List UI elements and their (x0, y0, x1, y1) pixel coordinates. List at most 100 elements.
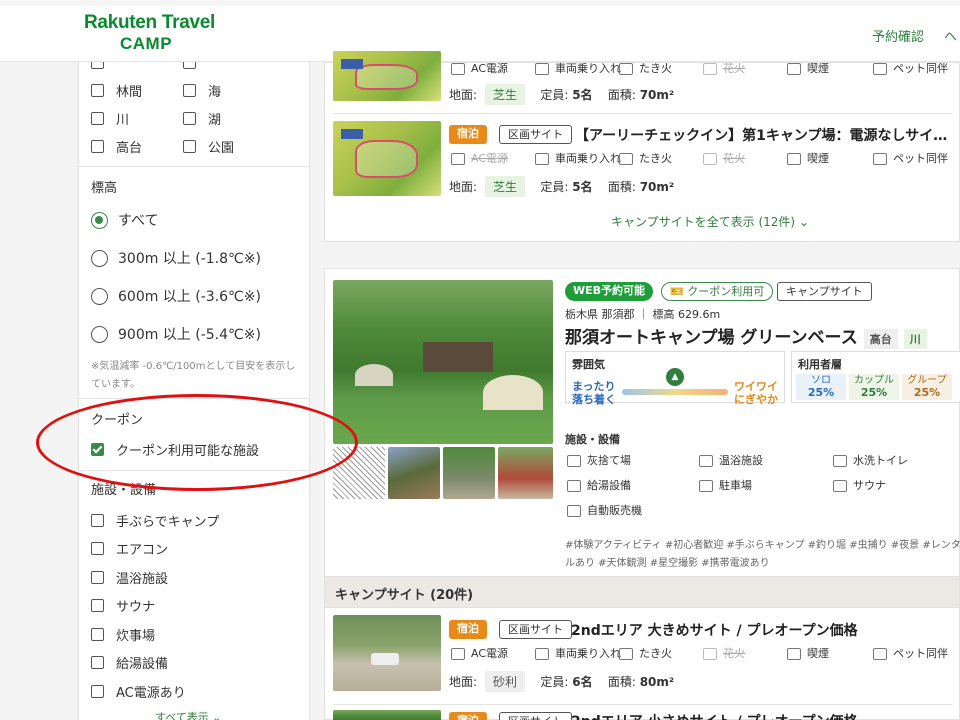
site-title-link[interactable]: 【アーリーチェックイン】第1キャンプ場：電源なしサイ… (575, 125, 947, 145)
checkbox[interactable] (91, 140, 104, 153)
checkbox[interactable] (91, 112, 104, 125)
checkbox[interactable] (91, 628, 104, 641)
checkbox[interactable] (183, 84, 196, 97)
checkbox[interactable] (91, 599, 104, 612)
checkbox-coupon-available[interactable]: クーポン利用可能な施設 (91, 440, 259, 459)
site-specs: 地面: 芝生 定員: 5名 面積: 70m² (449, 84, 674, 105)
campground-main-photo[interactable] (333, 280, 553, 444)
amenity-fireworks: 花火 (703, 648, 745, 660)
amenity-smoking: 喫煙 (787, 63, 829, 75)
checkbox-facility[interactable]: 給湯設備 (91, 653, 168, 672)
radio-elevation-900[interactable]: 900m 以上 (-5.4℃※) (91, 324, 261, 344)
site-specs: 地面: 砂利 定員: 6名 面積: 80m² (449, 671, 674, 692)
radio-button[interactable] (91, 249, 108, 267)
checkbox[interactable] (183, 140, 196, 153)
divider (79, 166, 309, 167)
checkbox[interactable] (91, 685, 104, 698)
amenity-vehicle: 車両乗り入れ (535, 648, 621, 660)
radio-elevation-600[interactable]: 600m 以上 (-3.6℃※) (91, 286, 261, 306)
amenity-campfire: たき火 (619, 63, 672, 75)
facilities-heading: 施設・設備 (565, 433, 620, 446)
checkbox-park[interactable]: 公園 (183, 137, 234, 156)
facility-ash-disposal: 灰捨て場 (567, 455, 631, 467)
amenity-vehicle: 車両乗り入れ (535, 153, 621, 165)
checkbox-lake[interactable]: 湖 (183, 109, 221, 128)
facility-vending-machine: 自動販売機 (567, 505, 642, 517)
zone-tag: 区画サイト (499, 125, 572, 144)
plug-icon (451, 153, 465, 165)
checkbox-forest[interactable]: 林間 (91, 81, 142, 100)
checkbox-checked[interactable] (91, 443, 104, 456)
checkbox-facility[interactable]: エアコン (91, 539, 168, 558)
facility-flush-toilet: 水洗トイレ (833, 455, 908, 467)
logo-line1: Rakuten Travel (84, 12, 215, 33)
location-line: 栃木県 那須郡 ｜ 標高 629.6m (565, 308, 721, 321)
faucet-icon (567, 480, 581, 492)
user-group-solo: ソロ 25% (796, 374, 846, 400)
hashtag-list[interactable]: #体験アクティビティ #初心者歓迎 #手ぶらキャンプ #釣り堀 #虫捕り #夜景… (565, 537, 960, 573)
amenity-pets: ペット同伴 (873, 63, 948, 75)
checkbox-facility[interactable]: AC電源あり (91, 682, 186, 701)
mood-box: 雰囲気 まったり落ち着く ▲ ワイワイにぎやか (565, 351, 785, 406)
photo-thumbnail[interactable] (498, 447, 553, 499)
checkbox-row-clipped[interactable] (183, 62, 208, 69)
checkbox[interactable] (91, 571, 104, 584)
smoking-icon (787, 153, 801, 165)
site-photo[interactable] (333, 710, 441, 720)
show-all-sites-link[interactable]: キャンプサイトを全て表示 (12件) ⌄ (611, 213, 809, 230)
amenity-fireworks: 花火 (703, 153, 745, 165)
divider (333, 704, 953, 705)
radio-button[interactable] (91, 211, 108, 229)
site-title-link[interactable]: 2ndエリア 小さめサイト / プレオープン価格 (571, 711, 858, 720)
checkbox[interactable] (183, 112, 196, 125)
checkbox-facility[interactable]: 温浴施設 (91, 568, 168, 587)
checkbox-facility[interactable]: サウナ (91, 596, 155, 615)
site-map-thumbnail[interactable] (333, 121, 441, 196)
plug-icon (451, 63, 465, 75)
photo-thumbnail[interactable] (388, 447, 440, 499)
show-all-facilities-link[interactable]: すべて表示 ⌄ (155, 709, 222, 720)
campground-title-link[interactable]: 那須オートキャンプ場 グリーンベース 高台川 (565, 323, 927, 349)
checkbox-river[interactable]: 川 (91, 109, 129, 128)
campfire-icon (619, 63, 633, 75)
amenity-smoking: 喫煙 (787, 153, 829, 165)
tent-icon: ▲ (666, 368, 684, 386)
pet-house-icon (873, 153, 887, 165)
campfire-icon (619, 153, 633, 165)
checkbox-sea[interactable]: 海 (183, 81, 221, 100)
checkbox-facility[interactable]: 手ぶらでキャンプ (91, 511, 219, 530)
divider (79, 398, 309, 399)
nav-reservation-link[interactable]: 予約確認 (872, 26, 924, 45)
checkbox[interactable] (91, 514, 104, 527)
site-map-thumbnail[interactable] (333, 51, 441, 101)
checkbox[interactable] (91, 84, 104, 97)
radio-button[interactable] (91, 325, 108, 343)
radio-button[interactable] (91, 287, 108, 305)
car-icon (535, 63, 549, 75)
photo-thumbnail[interactable] (443, 447, 495, 499)
ticket-icon: 🎫 (670, 285, 684, 298)
photo-thumbnail-map[interactable] (333, 447, 385, 499)
terrain-tag: 川 (903, 329, 927, 349)
campsites-header: キャンプサイト (20件) (324, 576, 960, 608)
site-title-link[interactable]: 2ndエリア 大きめサイト / プレオープン価格 (571, 620, 858, 640)
checkbox[interactable] (91, 542, 104, 555)
campground-card-1: AC電源 車両乗り入れ たき火 花火 喫煙 ペット同伴 地面: 芝生 定員: 5名… (324, 51, 960, 242)
logo[interactable]: Rakuten Travel CAMP (84, 13, 215, 52)
checkbox[interactable] (91, 656, 104, 669)
amenity-campfire: たき火 (619, 648, 672, 660)
site-photo[interactable] (333, 615, 441, 691)
filter-sidebar: 林間 海 川 湖 高台 公園 標高 すべて 300m 以上 (-1.8℃※) 6… (78, 62, 310, 720)
parking-icon (699, 480, 713, 492)
radio-elevation-all[interactable]: すべて (91, 210, 158, 230)
checkbox-facility[interactable]: 炊事場 (91, 625, 155, 644)
checkbox-highland[interactable]: 高台 (91, 137, 142, 156)
pet-house-icon (873, 63, 887, 75)
radio-elevation-300[interactable]: 300m 以上 (-1.8℃※) (91, 248, 261, 268)
zone-tag: 区画サイト (499, 620, 572, 639)
chevron-down-icon: ⌄ (798, 215, 809, 229)
mood-slider (622, 389, 728, 395)
checkbox-row-clipped[interactable] (91, 62, 116, 69)
nav-help-link[interactable]: ヘ (944, 26, 957, 45)
facility-parking: 駐車場 (699, 480, 752, 492)
